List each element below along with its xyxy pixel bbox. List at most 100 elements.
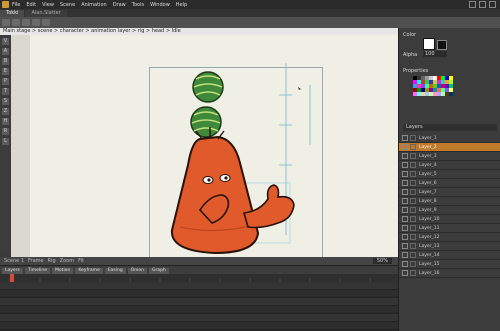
color-swatches[interactable] [413,76,453,96]
tab-timeline[interactable]: Timeline [24,267,51,274]
redo-icon[interactable] [42,19,50,26]
rotate-tool-icon[interactable]: R [2,128,9,135]
visibility-icon[interactable] [402,144,408,150]
list-item[interactable]: Layer_3 [399,152,500,161]
lock-icon[interactable] [410,270,416,276]
menu-animation[interactable]: Animation [81,2,107,8]
open-icon[interactable] [12,19,20,26]
shape-tool-icon[interactable]: S [2,98,9,105]
timeline-row[interactable] [0,282,398,290]
minimize-icon[interactable] [469,1,476,8]
zoom-input[interactable]: 50% [372,258,392,264]
list-item[interactable]: Layer_5 [399,170,500,179]
list-item[interactable]: Layer_10 [399,215,500,224]
select-tool-icon[interactable]: V [2,38,9,45]
tab-motion[interactable]: Motion [52,267,74,274]
lock-icon[interactable] [410,243,416,249]
subselect-tool-icon[interactable]: A [2,48,9,55]
visibility-icon[interactable] [402,207,408,213]
playhead[interactable] [10,274,14,282]
alpha-input[interactable]: 100 [423,51,447,57]
list-item[interactable]: Layer_16 [399,269,500,278]
watermelon-top[interactable] [192,71,224,103]
list-item[interactable]: Layer_8 [399,197,500,206]
visibility-icon[interactable] [402,153,408,159]
lock-icon[interactable] [410,207,416,213]
visibility-icon[interactable] [402,171,408,177]
lock-icon[interactable] [410,153,416,159]
timeline-row[interactable] [0,322,398,330]
carrot-body[interactable] [170,127,260,255]
watermelon-bottom[interactable] [190,106,222,138]
list-item[interactable]: Layer_1 [399,134,500,143]
eraser-tool-icon[interactable]: E [2,68,9,75]
list-item[interactable]: Layer_14 [399,251,500,260]
visibility-icon[interactable] [402,261,408,267]
hand-tool-icon[interactable]: H [2,118,9,125]
keyframe-button[interactable]: Keyframe [75,267,103,274]
undo-icon[interactable] [32,19,40,26]
lock-icon[interactable] [410,171,416,177]
stroke-color-swatch[interactable] [437,40,447,50]
menu-view[interactable]: View [42,2,54,8]
lock-icon[interactable] [410,252,416,258]
list-item[interactable]: Layer_7 [399,188,500,197]
list-item[interactable]: Layer_13 [399,242,500,251]
visibility-icon[interactable] [402,198,408,204]
visibility-icon[interactable] [402,252,408,258]
line-tool-icon[interactable]: L [2,138,9,145]
list-item[interactable]: Layer_6 [399,179,500,188]
save-icon[interactable] [22,19,30,26]
fit-label[interactable]: Fit [78,258,84,264]
list-item[interactable]: Layer_2 [399,143,500,152]
menu-tools[interactable]: Tools [132,2,144,8]
tab-document-1[interactable]: Tokki [0,10,25,17]
visibility-icon[interactable] [402,162,408,168]
lock-icon[interactable] [410,225,416,231]
menu-scene[interactable]: Scene [60,2,75,8]
menu-file[interactable]: File [12,2,20,8]
timeline-row[interactable] [0,306,398,314]
brush-tool-icon[interactable]: B [2,58,9,65]
lock-icon[interactable] [410,216,416,222]
fill-color-swatch[interactable] [423,38,435,50]
timeline-frames[interactable] [0,282,398,331]
rig-label[interactable]: Rig [48,258,56,264]
lock-icon[interactable] [410,198,416,204]
tab-document-2[interactable]: Alan.Slatter [25,10,67,17]
lock-icon[interactable] [410,234,416,240]
tab-layers[interactable]: Layers [2,267,23,274]
new-icon[interactable] [2,19,10,26]
visibility-icon[interactable] [402,180,408,186]
easing-button[interactable]: Easing [104,267,126,274]
lock-icon[interactable] [410,144,416,150]
character-artwork[interactable] [30,35,398,257]
frame-label[interactable]: Frame [28,258,44,264]
list-item[interactable]: Layer_15 [399,260,500,269]
timeline-ruler[interactable] [0,274,398,282]
timeline-row[interactable] [0,314,398,322]
list-item[interactable]: Layer_11 [399,224,500,233]
lock-icon[interactable] [410,189,416,195]
menu-window[interactable]: Window [150,2,170,8]
visibility-icon[interactable] [402,225,408,231]
visibility-icon[interactable] [402,189,408,195]
zoom-label[interactable]: Zoom [60,258,74,264]
lock-icon[interactable] [410,261,416,267]
stage-area[interactable] [11,35,398,260]
zoom-tool-icon[interactable]: Z [2,108,9,115]
visibility-icon[interactable] [402,234,408,240]
lock-icon[interactable] [410,162,416,168]
onion-skin-button[interactable]: Onion [127,267,147,274]
pen-tool-icon[interactable]: P [2,78,9,85]
menu-draw[interactable]: Draw [113,2,126,8]
graph-button[interactable]: Graph [148,267,169,274]
maximize-icon[interactable] [479,1,486,8]
lock-icon[interactable] [410,180,416,186]
text-tool-icon[interactable]: T [2,88,9,95]
list-item[interactable]: Layer_4 [399,161,500,170]
close-icon[interactable] [489,1,496,8]
timeline-row[interactable] [0,290,398,298]
menu-help[interactable]: Help [176,2,187,8]
scene-label[interactable]: Scene 1 [4,258,24,264]
